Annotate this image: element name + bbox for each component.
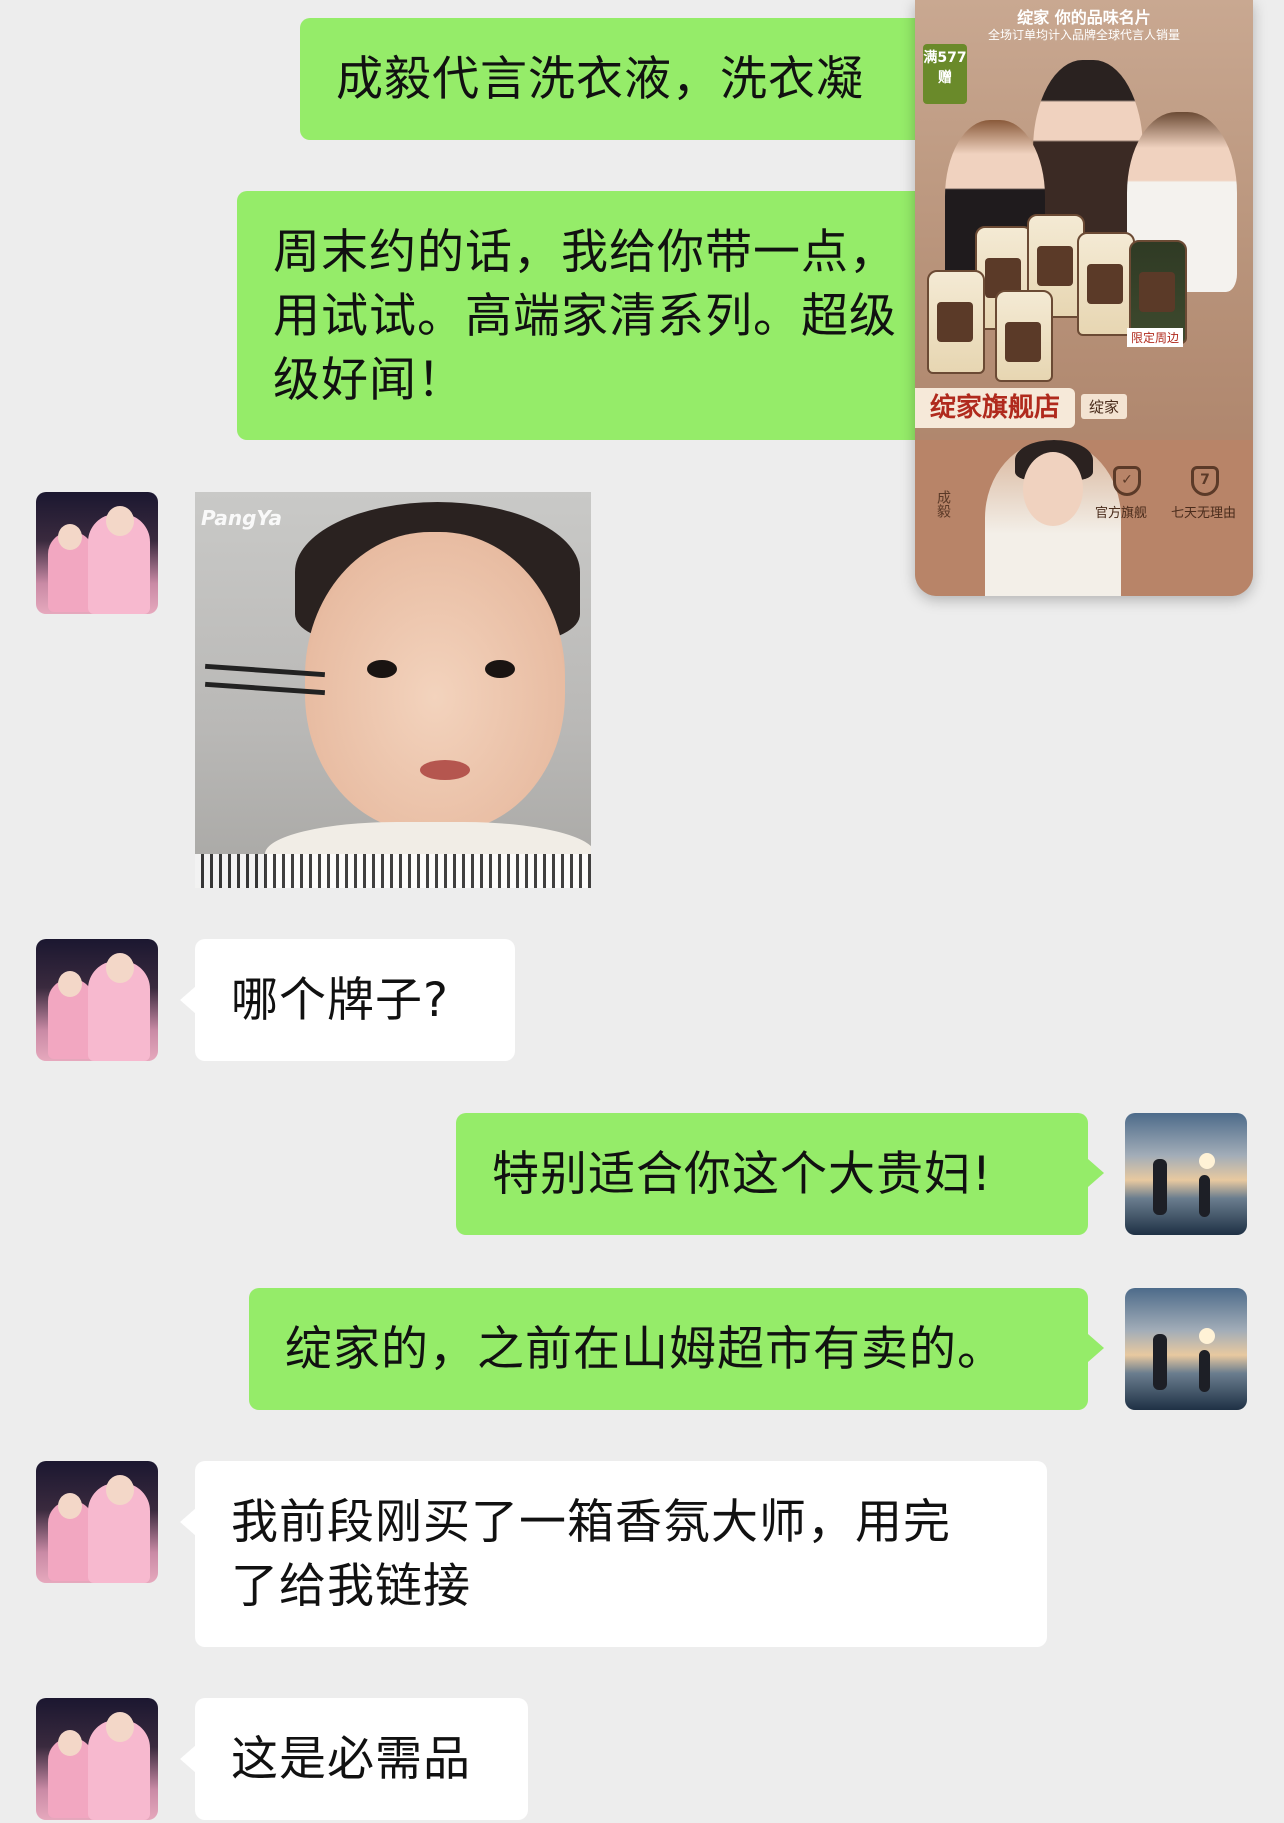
product-bottle <box>995 290 1053 382</box>
bubble-tail <box>1088 1334 1104 1362</box>
ad-limited-tag: 限定周边 <box>1127 328 1184 347</box>
ad-subtitle: 全场订单均计入品牌全球代言人销量 <box>987 28 1180 42</box>
sticker-logo: PangYa <box>201 506 283 530</box>
friend-avatar[interactable] <box>36 1698 158 1820</box>
feature-official-store: 官方旗舰 <box>1095 506 1148 521</box>
floating-ad-window[interactable]: 绽家 你的品味名片 全场订单均计入品牌全球代言人销量 满577 赠 限定周边 绽… <box>915 0 1253 596</box>
bubble-tail <box>1088 1159 1104 1187</box>
my-avatar[interactable] <box>1125 1288 1247 1410</box>
bubble-tail <box>180 986 196 1014</box>
feature-seven-day-return: 七天无理由 <box>1171 506 1237 521</box>
message-bubble-sent[interactable]: 特别适合你这个大贵妇! <box>456 1113 1088 1235</box>
friend-avatar[interactable] <box>36 939 158 1061</box>
ad-signature: 成毅 <box>935 490 951 518</box>
product-bottle <box>1077 232 1135 336</box>
sticker-caption <box>195 854 591 888</box>
message-bubble-sent[interactable]: 周末约的话，我给你带一点， 用试试。高端家清系列。超级 级好闻！ <box>237 191 937 440</box>
shield-check-icon: ✓ <box>1113 466 1141 496</box>
my-avatar[interactable] <box>1125 1113 1247 1235</box>
message-bubble-sent[interactable]: 成毅代言洗衣液，洗衣凝 <box>300 18 940 140</box>
ad-title: 绽家 你的品味名片 <box>1017 8 1151 27</box>
bubble-tail <box>180 1508 196 1536</box>
ad-gift-badge: 满577 赠 <box>923 44 967 104</box>
bubble-tail <box>180 1745 196 1773</box>
message-bubble-sent[interactable]: 绽家的，之前在山姆超市有卖的。 <box>249 1288 1088 1410</box>
message-bubble-received[interactable]: 我前段刚买了一箱香氛大师，用完 了给我链接 <box>195 1461 1047 1647</box>
store-name-label[interactable]: 绽家旗舰店 <box>915 388 1075 428</box>
friend-avatar[interactable] <box>36 492 158 614</box>
message-bubble-received[interactable]: 这是必需品 <box>195 1698 528 1820</box>
store-brand-tag: 绽家 <box>1081 394 1128 419</box>
friend-avatar[interactable] <box>36 1461 158 1583</box>
product-bottle <box>927 270 985 374</box>
message-bubble-received[interactable]: 哪个牌子? <box>195 939 515 1061</box>
shield-seven-icon: 7 <box>1191 466 1219 496</box>
sticker-image[interactable]: PangYa <box>195 492 591 888</box>
